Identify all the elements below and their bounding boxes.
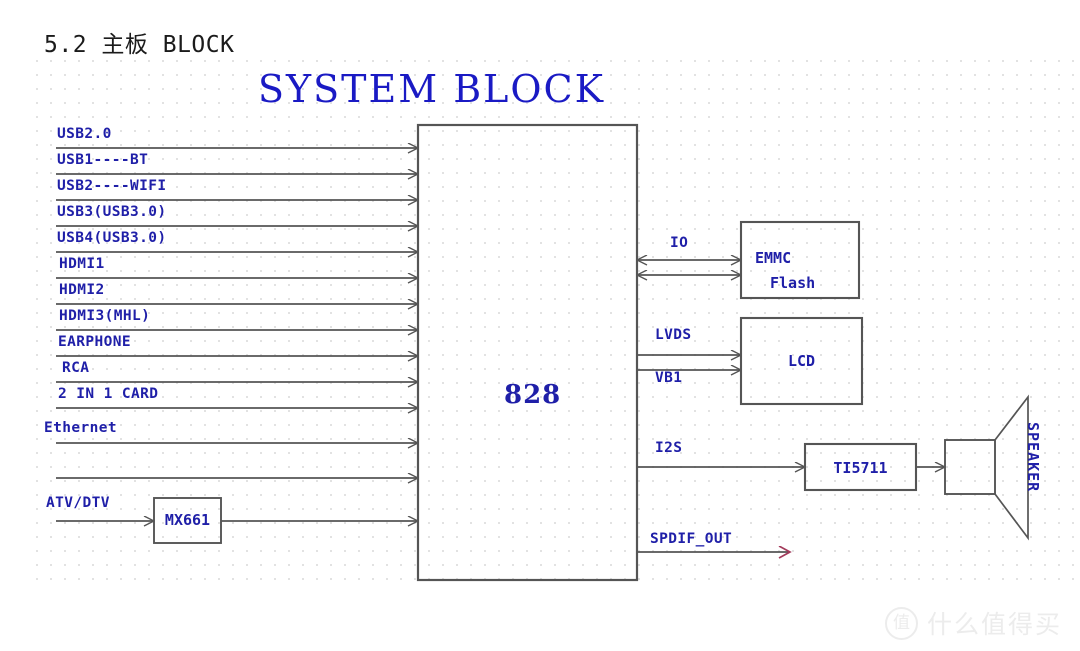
- block-label-ti5711: TI5711: [833, 459, 888, 477]
- page-root: 5.2 主板 BLOCK SYSTEM BLOCK USB2.0 USB1---…: [0, 0, 1080, 651]
- block-label-emmc-flash: Flash: [770, 274, 816, 292]
- input-label-usb1-bt: USB1----BT: [57, 152, 149, 168]
- block-label-emmc: EMMC: [755, 249, 792, 267]
- input-label-atv-dtv: ATV/DTV: [46, 495, 110, 511]
- watermark-badge-icon: 值: [884, 606, 918, 640]
- watermark-text: 什么值得买: [926, 610, 1062, 639]
- signal-label-io: IO: [670, 235, 689, 251]
- input-label-usb3: USB3(USB3.0): [57, 204, 167, 220]
- block-label-soc-828: 828: [504, 380, 562, 410]
- signal-label-i2s: I2S: [655, 440, 683, 456]
- block-label-mx661: MX661: [164, 511, 211, 529]
- input-label-usb4: USB4(USB3.0): [57, 230, 167, 246]
- input-label-2in1-card: 2 IN 1 CARD: [58, 386, 159, 402]
- input-label-hdmi3-mhl: HDMI3(MHL): [59, 308, 151, 324]
- input-label-usb20: USB2.0: [57, 126, 112, 142]
- input-label-ethernet: Ethernet: [44, 420, 118, 436]
- diagram-title: SYSTEM BLOCK: [258, 67, 605, 111]
- watermark: 值 什么值得买: [884, 605, 1062, 641]
- signal-label-lvds: LVDS: [655, 327, 692, 343]
- input-label-rca: RCA: [62, 360, 90, 376]
- input-label-usb2-wifi: USB2----WIFI: [57, 178, 167, 194]
- signal-label-vb1: VB1: [655, 370, 683, 386]
- input-label-hdmi2: HDMI2: [59, 282, 105, 298]
- signal-label-spdif-out: SPDIF_OUT: [650, 531, 733, 547]
- block-label-lcd: LCD: [787, 352, 816, 370]
- block-label-speaker: SPEAKER: [1024, 422, 1042, 493]
- input-label-earphone: EARPHONE: [58, 334, 132, 350]
- input-label-hdmi1: HDMI1: [59, 256, 105, 272]
- page-heading: 5.2 主板 BLOCK: [44, 32, 235, 58]
